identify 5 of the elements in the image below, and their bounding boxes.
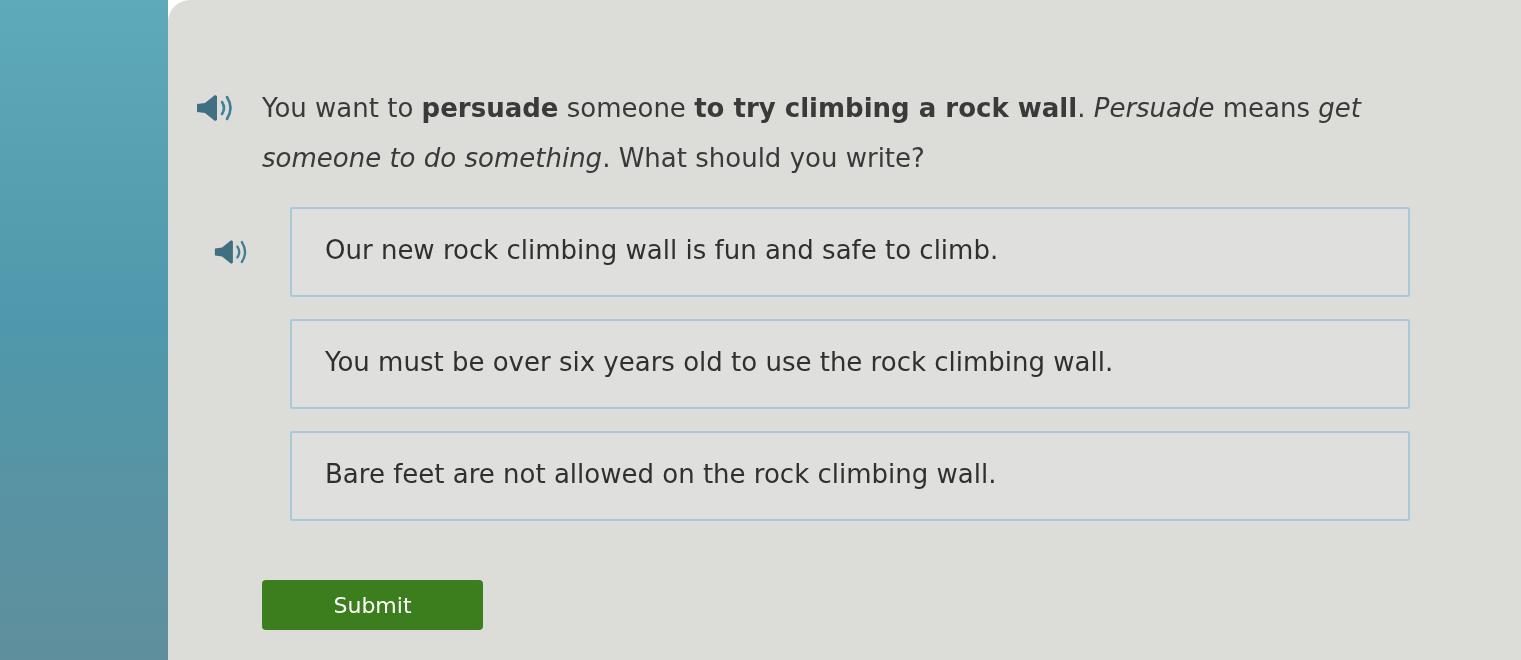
answer-option[interactable]: Our new rock climbing wall is fun and safe to climb. <box>290 207 1410 297</box>
answer-option[interactable]: Bare feet are not allowed on the rock climbing wall. <box>290 431 1410 521</box>
answer-option[interactable]: You must be over six years old to use the rock climbing wall. <box>290 319 1410 409</box>
submit-button[interactable]: Submit <box>262 580 483 630</box>
question-text: You want to persuade someone to try climbing a rock wall. Persuade means get someone to do something. What should you write? <box>262 92 1363 175</box>
